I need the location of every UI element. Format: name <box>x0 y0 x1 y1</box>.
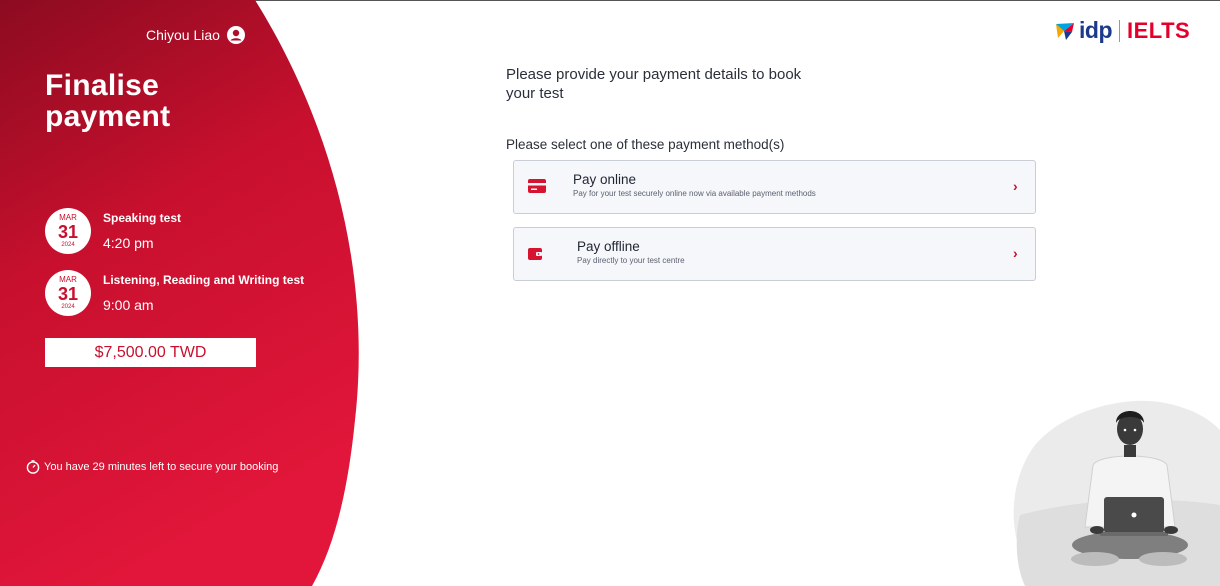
person-with-laptop-illustration <box>1013 400 1220 586</box>
test-time: 9:00 am <box>103 297 154 313</box>
method-description: Pay for your test securely online now vi… <box>573 189 816 198</box>
booking-summary-panel: Chiyou Liao Finalise payment MAR 31 2024… <box>0 0 370 586</box>
timer-text: You have 29 minutes left to secure your … <box>44 461 279 473</box>
date-month: MAR <box>59 275 77 284</box>
test-name: Listening, Reading and Writing test <box>103 273 305 287</box>
date-month: MAR <box>59 213 77 222</box>
pay-online-option[interactable]: Pay online Pay for your test securely on… <box>513 160 1036 214</box>
test-time: 4:20 pm <box>103 235 154 251</box>
date-day: 31 <box>57 222 79 242</box>
pay-offline-option[interactable]: Pay offline Pay directly to your test ce… <box>513 227 1036 281</box>
idp-wordmark: idp <box>1079 17 1113 43</box>
idp-logo-icon <box>1056 22 1074 40</box>
user-name: Chiyou Liao <box>146 27 220 43</box>
date-year: 2024 <box>61 304 75 310</box>
method-title: Pay offline <box>577 239 640 254</box>
date-badge: MAR 31 2024 <box>45 270 91 316</box>
idp-ielts-logo: idp IELTS <box>1054 17 1190 44</box>
test-item-speaking: MAR 31 2024 Speaking test 4:20 pm <box>45 208 181 254</box>
user-avatar-icon <box>226 26 245 44</box>
test-item-lrw: MAR 31 2024 Listening, Reading and Writi… <box>45 270 304 316</box>
chevron-right-icon: › <box>1013 178 1018 194</box>
wallet-icon <box>528 248 542 260</box>
logo-divider <box>1119 19 1120 42</box>
page-title-line2: payment <box>45 100 171 133</box>
user-account[interactable]: Chiyou Liao <box>146 26 245 44</box>
total-price: $7,500.00 TWD <box>45 338 256 367</box>
ielts-wordmark: IELTS <box>1127 17 1191 43</box>
page-title-line1: Finalise <box>45 69 160 102</box>
test-name: Speaking test <box>103 211 182 225</box>
credit-card-icon <box>528 179 546 193</box>
page-title: Finalise payment <box>45 70 170 132</box>
method-title: Pay online <box>573 172 637 187</box>
payment-method-prompt: Please select one of these payment metho… <box>506 137 785 152</box>
date-year: 2024 <box>61 242 75 248</box>
booking-timer: You have 29 minutes left to secure your … <box>26 460 278 474</box>
chevron-right-icon: › <box>1013 245 1018 261</box>
payment-heading: Please provide your payment details to b… <box>506 66 802 102</box>
date-badge: MAR 31 2024 <box>45 208 91 254</box>
stopwatch-icon <box>26 460 40 474</box>
date-day: 31 <box>57 284 79 304</box>
method-description: Pay directly to your test centre <box>577 256 685 265</box>
